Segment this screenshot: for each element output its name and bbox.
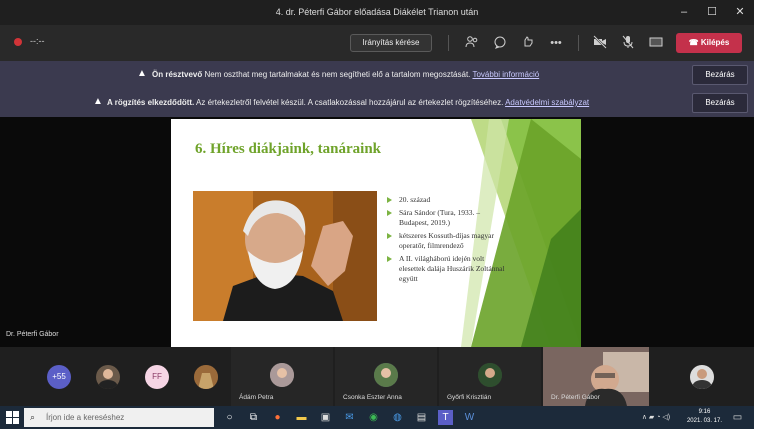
banner-title: A rögzítés elkezdődött.: [107, 98, 195, 107]
leave-button[interactable]: ☎ Kilépés: [676, 33, 742, 53]
participant-tile[interactable]: Győrfi Krisztián: [439, 347, 541, 406]
camera-off-icon[interactable]: [592, 35, 608, 51]
store-icon[interactable]: ▣: [318, 410, 333, 425]
close-banner-button[interactable]: Bezárás: [692, 93, 748, 113]
search-placeholder: Írjon ide a kereséshez: [46, 413, 125, 422]
banner-title: Ön résztvevő: [152, 70, 203, 79]
close-window-button[interactable]: ✕: [726, 0, 754, 25]
participant-name: Ádám Petra: [239, 394, 274, 401]
portrait-photo: [193, 191, 377, 321]
edge-icon[interactable]: ◍: [390, 410, 405, 425]
task-view-icon[interactable]: ⧉: [246, 410, 261, 425]
taskbar-search-input[interactable]: ⌕ Írjon ide a kereséshez: [24, 408, 214, 427]
minimize-button[interactable]: –: [670, 0, 698, 25]
avatar[interactable]: [96, 365, 120, 389]
slide-bullet: A II. világháború idején volt elesettek …: [385, 254, 505, 284]
banner-text: Nem oszthat meg tartalmakat és nem segít…: [204, 70, 471, 79]
share-icon[interactable]: [648, 35, 664, 51]
participant-name: Csonka Eszter Anna: [343, 394, 402, 401]
participant-strip: +55 FF Ádám Petra Csonka Eszter Anna Győ…: [0, 347, 754, 406]
presenter-name: Dr. Péterfi Gábor: [6, 331, 59, 338]
taskbar-clock[interactable]: 9:16 2021. 03. 17.: [687, 408, 722, 426]
avatar[interactable]: [194, 365, 218, 389]
notifications-icon[interactable]: ▭: [730, 410, 745, 425]
windows-start-icon[interactable]: [6, 411, 19, 424]
slide-bullet-list: 20. század Sára Sándor (Tura, 1933. – Bu…: [385, 195, 505, 287]
banner-text: Az értekezletről felvétel készül. A csat…: [196, 98, 504, 107]
participant-banner: ▲ Ön résztvevő Nem oszthat meg tartalmak…: [0, 61, 754, 89]
close-banner-button[interactable]: Bezárás: [692, 65, 748, 85]
participant-tile[interactable]: Ádám Petra: [231, 347, 333, 406]
avatar: [270, 363, 294, 387]
avatar: [374, 363, 398, 387]
meeting-timer: --:--: [30, 36, 45, 46]
people-icon[interactable]: [464, 35, 480, 51]
title-bar: 4. dr. Péterfi Gábor előadása Diákélet T…: [0, 0, 754, 25]
avatar-initials[interactable]: FF: [145, 365, 169, 389]
privacy-policy-link[interactable]: Adatvédelmi szabályzat: [505, 98, 589, 107]
firefox-icon[interactable]: ●: [270, 410, 285, 425]
participant-tile[interactable]: Csonka Eszter Anna: [335, 347, 437, 406]
toolbar-divider: [578, 35, 579, 51]
recording-banner: ▲ A rögzítés elkezdődött. Az értekezletr…: [0, 89, 754, 117]
leave-label: Kilépés: [700, 38, 730, 47]
file-explorer-icon[interactable]: ▬: [294, 410, 309, 425]
slide-bullet: 20. század: [385, 195, 505, 205]
warning-icon: ▲: [137, 68, 147, 79]
clock-time: 9:16: [698, 409, 711, 415]
avatar: [478, 363, 502, 387]
avatar[interactable]: [690, 365, 714, 389]
recording-indicator-icon: [14, 38, 22, 46]
word-icon[interactable]: W: [462, 410, 477, 425]
presentation-slide: 6. Híres diákjaink, tanáraink 20. század…: [171, 119, 581, 347]
reactions-icon[interactable]: [520, 35, 536, 51]
slide-bullet: kétszeres Kossuth-díjas magyar operatőr,…: [385, 231, 505, 251]
mail-icon[interactable]: ✉: [342, 410, 357, 425]
teams-window: 4. dr. Péterfi Gábor előadása Diákélet T…: [0, 0, 754, 429]
meeting-toolbar: --:-- Irányítás kérése ••• ☎ Kilépés: [0, 25, 754, 61]
teams-icon[interactable]: T: [438, 410, 453, 425]
participant-name: Dr. Péterfi Gábor: [551, 394, 600, 401]
toolbar-divider: [448, 35, 449, 51]
participant-name: Győrfi Krisztián: [447, 394, 492, 401]
more-participants-badge[interactable]: +55: [47, 365, 71, 389]
mic-off-icon[interactable]: [620, 35, 636, 51]
chat-icon[interactable]: [492, 35, 508, 51]
slide-title: 6. Híres diákjaink, tanáraink: [195, 141, 382, 157]
hangup-icon: ☎: [688, 38, 701, 47]
cortana-icon[interactable]: ○: [222, 410, 237, 425]
system-tray-icons[interactable]: ∧ ▰ ◔ ◁): [626, 410, 686, 425]
participant-video-tile[interactable]: Dr. Péterfi Gábor: [543, 347, 649, 406]
request-control-button[interactable]: Irányítás kérése: [350, 34, 432, 52]
windows-taskbar: ⌕ Írjon ide a kereséshez ○ ⧉ ● ▬ ▣ ✉ ◉ ◍…: [0, 406, 754, 429]
clock-date: 2021. 03. 17.: [686, 418, 722, 424]
warning-icon: ▲: [93, 96, 103, 107]
app-icon[interactable]: ▤: [414, 410, 429, 425]
shared-content-stage: 6. Híres diákjaink, tanáraink 20. század…: [0, 117, 754, 347]
search-icon: ⌕: [30, 412, 36, 422]
maximize-button[interactable]: ☐: [698, 0, 726, 25]
slide-bullet: Sára Sándor (Tura, 1933. – Budapest, 201…: [385, 208, 505, 228]
more-info-link[interactable]: További információ: [472, 70, 539, 79]
more-icon[interactable]: •••: [548, 35, 564, 51]
chrome-icon[interactable]: ◉: [366, 410, 381, 425]
window-title: 4. dr. Péterfi Gábor előadása Diákélet T…: [275, 7, 479, 17]
